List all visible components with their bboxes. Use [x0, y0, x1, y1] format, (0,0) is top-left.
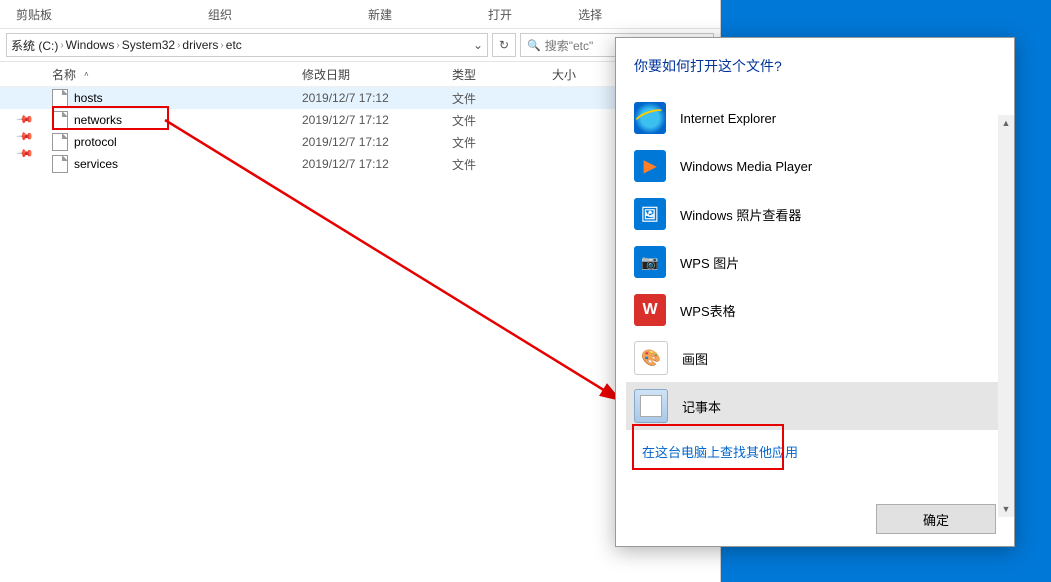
- dialog-scrollbar[interactable]: ▲ ▼: [998, 115, 1014, 485]
- column-size[interactable]: 大小: [552, 66, 612, 83]
- scroll-down-icon[interactable]: ▼: [998, 501, 1014, 517]
- scroll-up-icon[interactable]: ▲: [998, 115, 1014, 131]
- file-name: services: [74, 157, 118, 171]
- file-type: 文件: [452, 134, 552, 151]
- wpssheet-icon: [634, 294, 666, 326]
- breadcrumb-drive[interactable]: 系统 (C:): [11, 37, 58, 54]
- chevron-right-icon: ›: [220, 40, 223, 51]
- app-label: 记事本: [682, 397, 721, 416]
- sort-asc-icon: ˄: [84, 70, 89, 79]
- column-headers: 名称˄ 修改日期 类型 大小: [0, 62, 720, 87]
- app-option-wmp[interactable]: Windows Media Player: [626, 142, 1014, 190]
- app-option-paint[interactable]: 画图: [626, 334, 1014, 382]
- dialog-buttons: 确定: [876, 504, 996, 534]
- file-row[interactable]: networks 2019/12/7 17:12文件: [0, 109, 720, 131]
- photo-icon: [634, 198, 666, 230]
- chevron-right-icon: ›: [60, 40, 63, 51]
- file-icon: [52, 133, 68, 151]
- ribbon-group-new: 新建: [360, 6, 400, 23]
- file-row[interactable]: hosts 2019/12/7 17:12文件: [0, 87, 720, 109]
- breadcrumb-item[interactable]: etc: [226, 38, 242, 52]
- app-option-notepad[interactable]: 记事本: [626, 382, 1014, 430]
- ribbon-group-labels: 剪贴板 组织 新建 打开 选择: [0, 0, 720, 29]
- app-label: Windows Media Player: [680, 159, 812, 174]
- breadcrumb[interactable]: 系统 (C:)› Windows› System32› drivers› etc…: [6, 33, 488, 57]
- file-icon: [52, 111, 68, 129]
- file-explorer-window: 剪贴板 组织 新建 打开 选择 系统 (C:)› Windows› System…: [0, 0, 721, 582]
- breadcrumb-item[interactable]: drivers: [182, 38, 218, 52]
- ribbon-group-organize: 组织: [200, 6, 240, 23]
- chevron-down-icon[interactable]: ⌄: [473, 38, 483, 52]
- file-date: 2019/12/7 17:12: [302, 113, 452, 127]
- file-type: 文件: [452, 112, 552, 129]
- file-name: hosts: [74, 91, 103, 105]
- notepad-icon: [634, 389, 668, 423]
- ribbon-group-select: 选择: [570, 6, 610, 23]
- open-with-dialog: 你要如何打开这个文件? Internet Explorer Windows Med…: [615, 37, 1015, 547]
- ok-button[interactable]: 确定: [876, 504, 996, 534]
- file-icon: [52, 89, 68, 107]
- file-list[interactable]: hosts2019/12/7 17:12文件networks2019/12/7 …: [0, 87, 720, 175]
- wpsimg-icon: [634, 246, 666, 278]
- file-date: 2019/12/7 17:12: [302, 135, 452, 149]
- file-name: protocol: [74, 135, 117, 149]
- scroll-track[interactable]: [998, 131, 1014, 501]
- dialog-title: 你要如何打开这个文件?: [634, 56, 1014, 76]
- app-option-wpssheet[interactable]: WPS表格: [626, 286, 1014, 334]
- chevron-right-icon: ›: [177, 40, 180, 51]
- file-name: networks: [74, 113, 122, 127]
- file-row[interactable]: services 2019/12/7 17:12文件: [0, 153, 720, 175]
- ie-icon: [634, 102, 666, 134]
- find-other-apps-link[interactable]: 在这台电脑上查找其他应用: [642, 442, 1014, 461]
- column-name[interactable]: 名称˄: [52, 66, 302, 83]
- ribbon-group-clipboard: 剪贴板: [8, 6, 60, 23]
- breadcrumb-item[interactable]: Windows: [66, 38, 115, 52]
- app-label: 画图: [682, 349, 708, 368]
- app-option-wpsimg[interactable]: WPS 图片: [626, 238, 1014, 286]
- app-label: Windows 照片查看器: [680, 205, 801, 224]
- file-date: 2019/12/7 17:12: [302, 91, 452, 105]
- app-label: Internet Explorer: [680, 111, 776, 126]
- column-date[interactable]: 修改日期: [302, 66, 452, 83]
- chevron-right-icon: ›: [116, 40, 119, 51]
- app-label: WPS表格: [680, 301, 736, 320]
- file-type: 文件: [452, 90, 552, 107]
- wmp-icon: [634, 150, 666, 182]
- ribbon-group-open: 打开: [480, 6, 520, 23]
- address-bar-row: 系统 (C:)› Windows› System32› drivers› etc…: [0, 29, 720, 62]
- search-icon: 🔍: [527, 39, 541, 52]
- file-date: 2019/12/7 17:12: [302, 157, 452, 171]
- app-option-ie[interactable]: Internet Explorer: [626, 94, 1014, 142]
- app-option-photo[interactable]: Windows 照片查看器: [626, 190, 1014, 238]
- app-list: Internet Explorer Windows Media Player Win…: [634, 94, 1014, 430]
- search-placeholder: 搜索"etc": [545, 37, 594, 54]
- file-row[interactable]: protocol 2019/12/7 17:12文件: [0, 131, 720, 153]
- column-type[interactable]: 类型: [452, 66, 552, 83]
- file-icon: [52, 155, 68, 173]
- file-type: 文件: [452, 156, 552, 173]
- paint-icon: [634, 341, 668, 375]
- refresh-button[interactable]: ↻: [492, 33, 516, 57]
- breadcrumb-item[interactable]: System32: [122, 38, 175, 52]
- app-label: WPS 图片: [680, 253, 739, 272]
